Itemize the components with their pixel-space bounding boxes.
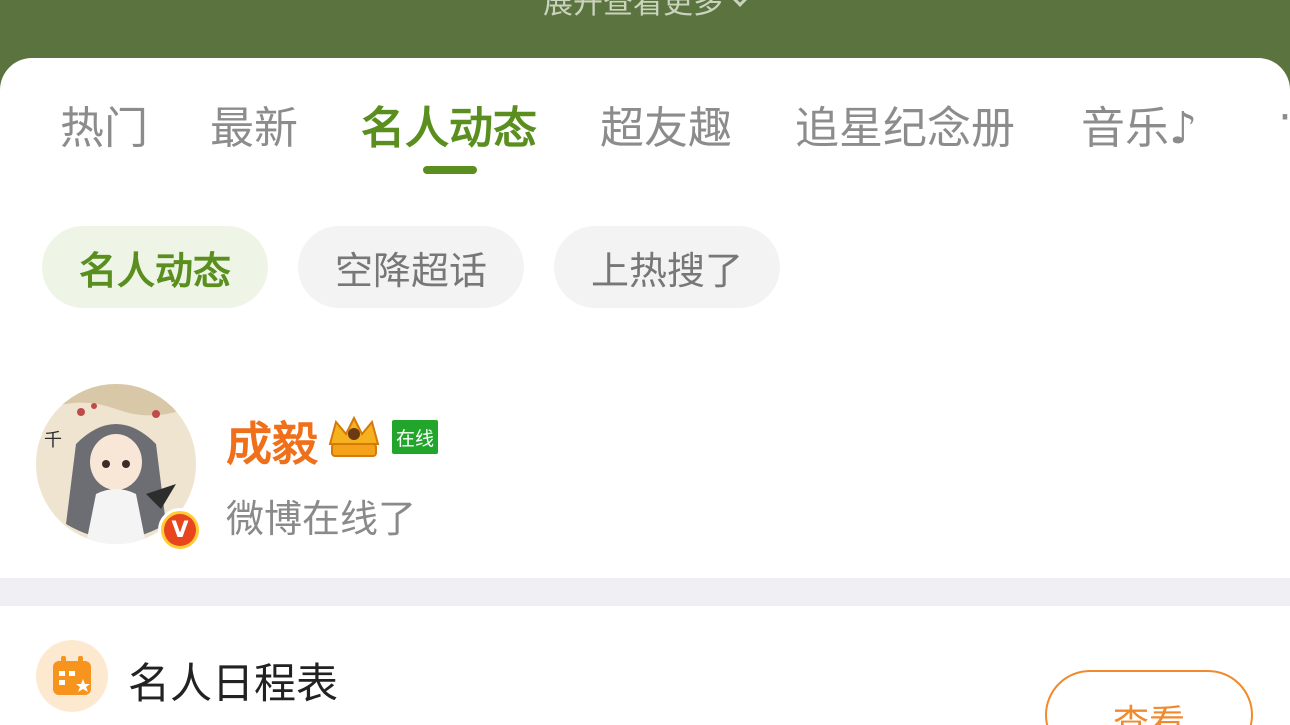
sub-filter-chips: 名人动态 空降超话 上热搜了 (42, 226, 781, 308)
tab-latest[interactable]: 最新 (210, 92, 298, 156)
celebrity-feed-item[interactable]: 千 V 成毅 在线 微博在线了 (0, 378, 1290, 578)
crown-level-icon (328, 415, 380, 457)
active-tab-indicator (423, 166, 477, 174)
user-name[interactable]: 成毅 (226, 408, 318, 474)
chip-trending[interactable]: 上热搜了 (554, 226, 781, 308)
chip-airdrop-topic[interactable]: 空降超话 (298, 226, 525, 308)
verified-badge: V (158, 508, 202, 552)
verified-v-icon: V (164, 514, 196, 546)
schedule-title: 名人日程表 (128, 659, 339, 708)
tab-hot[interactable]: 热门 (60, 92, 148, 156)
expand-more-button[interactable]: 展开查看更多 (0, 0, 1290, 22)
category-tabs: 热门 最新 名人动态 超友趣 追星纪念册 音乐♪ · (0, 86, 1290, 166)
tab-super-fun[interactable]: 超友趣 (600, 92, 732, 156)
chevron-down-icon (730, 0, 750, 7)
status-text: 微博在线了 (226, 497, 417, 541)
section-divider (0, 578, 1290, 606)
content-sheet: 热门 最新 名人动态 超友趣 追星纪念册 音乐♪ · 名人动态 空降超话 上热搜… (0, 58, 1290, 578)
online-badge: 在线 (392, 420, 439, 454)
view-button[interactable]: 查看 (1045, 670, 1253, 725)
calendar-icon (36, 640, 108, 712)
schedule-section: 名人日程表 查看 (0, 606, 1290, 725)
chip-celebrity-news[interactable]: 名人动态 (42, 226, 269, 308)
tab-celebrity-news[interactable]: 名人动态 (361, 92, 537, 156)
expand-more-label: 展开查看更多 (543, 0, 723, 21)
svg-text:千: 千 (44, 430, 62, 451)
tab-music[interactable]: 音乐♪ (1081, 92, 1197, 156)
tab-next-partial[interactable]: · (1278, 92, 1290, 143)
tab-star-album[interactable]: 追星纪念册 (795, 92, 1015, 156)
